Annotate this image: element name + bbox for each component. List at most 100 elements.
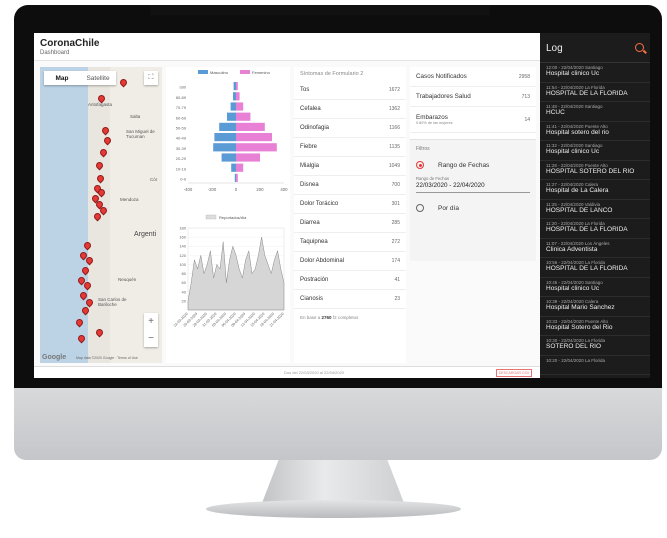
app-title: CoronaChile: [40, 38, 100, 49]
y-tick-label: 20: [182, 298, 187, 303]
case-pin[interactable]: [95, 173, 106, 184]
x-tick-label: 0: [235, 187, 238, 192]
log-item[interactable]: 11:07 - 22/04/2020 Los Ángeles Clinica Ad…: [540, 239, 650, 258]
symptom-count: 700: [391, 182, 400, 188]
symptoms-card: Síntomas de Formulario 2 Tos 1672 Cefalea 1…: [294, 67, 406, 363]
pyramid-bar: [236, 143, 277, 152]
map-tab-satellite[interactable]: Satellite: [80, 71, 116, 85]
zoom-out-button[interactable]: −: [144, 330, 158, 347]
log-item[interactable]: 12:00 - 22/04/2020 Santiago Hospital clin…: [540, 63, 650, 83]
log-place: Hospital clinico Uc: [546, 284, 600, 292]
symptom-count: 1672: [388, 87, 400, 93]
stat-label: Embarazos: [416, 114, 448, 121]
charts-card: Masculino Femenino ≥80 80-89 70-79 60-69 50-59…: [166, 67, 290, 363]
log-item[interactable]: 11:25 - 22/04/2020 Valdivia HOSPITAL DE L…: [540, 200, 650, 219]
symptom-count: 1362: [388, 106, 400, 112]
log-item[interactable]: 11:28 - 22/04/2020 Puente Alto HOSPITAL S…: [540, 161, 650, 180]
log-item[interactable]: 10:20 - 22/04/2020 La Florida: [540, 356, 650, 375]
y-tick-label: 0-9: [180, 176, 187, 181]
map-label: Neuquén: [118, 277, 137, 282]
log-item[interactable]: 11:41 - 22/04/2020 Puente Alto Hospital s…: [540, 122, 650, 141]
legend-swatch: [205, 214, 217, 220]
symptom-row: Dolor Torácico 301: [294, 195, 406, 214]
zoom-in-button[interactable]: +: [144, 313, 158, 330]
y-tick-label: 120: [179, 253, 186, 258]
log-item[interactable]: 11:27 - 22/04/2020 Calera Hospital de La …: [540, 180, 650, 200]
y-tick-label: ≥80: [179, 85, 186, 90]
case-pin[interactable]: [98, 147, 109, 158]
legend-label: Femenino: [252, 70, 271, 75]
y-tick-label: 20-29: [176, 156, 187, 161]
monitor-top-strip: [150, 5, 490, 15]
log-item[interactable]: 10:39 - 22/04/2020 Calera Hospital Mario …: [540, 297, 650, 317]
symptoms-header: Síntomas de Formulario 2: [300, 71, 364, 77]
pyramid-bar: [236, 153, 260, 162]
map-label: Cór: [150, 177, 158, 182]
monitor-chin: [14, 388, 662, 460]
radio-by-day[interactable]: Por día: [410, 199, 536, 217]
log-place: SOTERO DEL RIO: [546, 343, 602, 350]
symptom-count: 301: [391, 201, 400, 207]
log-place: HOSPITAL DE LA FLORIDA: [546, 226, 628, 233]
symptom-label: Tos: [300, 87, 310, 93]
date-range-input[interactable]: 22/03/2020 - 22/04/2020: [416, 181, 530, 193]
log-item[interactable]: 11:20 - 22/04/2020 La Florida HOSPITAL DE…: [540, 219, 650, 239]
log-header: Log: [540, 33, 650, 63]
pyramid-bar: [236, 92, 240, 101]
radio-label: Por día: [438, 204, 459, 212]
log-place: Hospital Mario Sanchez: [546, 304, 615, 311]
log-place: HOSPITAL DE LA FLORIDA: [546, 265, 628, 272]
y-tick-label: 10-19: [176, 166, 187, 171]
y-tick-label: 30-39: [176, 146, 187, 151]
case-pin[interactable]: [94, 160, 105, 171]
map-label: San Carlos de Bariloche: [98, 297, 127, 307]
fullscreen-icon[interactable]: ⛶: [144, 71, 158, 85]
y-tick-label: 80-89: [176, 95, 187, 100]
log-place: Hospital clinico Uc: [546, 70, 600, 77]
app-subtitle: Dashboard: [40, 50, 70, 56]
symptom-label: Odinofagia: [300, 125, 330, 131]
legend-label: Masculino: [210, 70, 229, 75]
case-pin[interactable]: [100, 125, 111, 136]
stat-value: 14: [524, 116, 530, 123]
y-tick-label: 70-79: [176, 105, 187, 110]
symptom-label: Taquipnea: [300, 239, 328, 245]
symptom-label: Dolor Torácico: [300, 201, 339, 207]
symptom-row: Cefalea 1362: [294, 100, 406, 119]
symptom-count: 41: [394, 277, 400, 283]
symptom-row: Diarrea 285: [294, 214, 406, 233]
y-tick-label: 160: [179, 235, 186, 240]
map-tab-map[interactable]: Map: [44, 71, 80, 85]
case-pin[interactable]: [94, 327, 105, 338]
legend-swatch: [240, 70, 250, 74]
symptom-label: Mialgia: [300, 163, 320, 169]
radio-label: Rango de Fechas: [438, 161, 490, 169]
log-item[interactable]: 11:32 - 22/04/2020 Santiago Hospital clin…: [540, 141, 650, 161]
map-type-tabs: Map Satellite: [44, 71, 116, 85]
pyramid-bar: [236, 163, 244, 172]
pyramid-bar: [231, 163, 236, 172]
radio-unselected-icon[interactable]: [416, 204, 424, 212]
map-attribution[interactable]: Map data ©2020 Google · Terms of Use: [76, 356, 138, 360]
map[interactable]: Map Satellite ⛶ Antofagasta Salta San Mi…: [40, 67, 162, 363]
stat-row: Trabajadores Salud 713: [410, 87, 536, 107]
app-bar: CoronaChile Dashboard: [34, 33, 540, 61]
radio-date-range[interactable]: Rango de Fechas: [410, 156, 536, 174]
pyramid-bar: [227, 112, 236, 121]
log-item[interactable]: 10:33 - 22/04/2020 Puente Alto Hospital S…: [540, 317, 650, 336]
symptom-count: 174: [391, 258, 400, 264]
log-item[interactable]: 11:54 - 22/04/2020 La Florida HOSPITAL DE…: [540, 83, 650, 102]
log-place: Hospital clinico Uc: [546, 148, 600, 155]
radio-selected-icon[interactable]: [416, 161, 424, 169]
log-item[interactable]: 10:45 - 22/04/2020 Santiago Hospital clin…: [540, 278, 650, 297]
y-tick-label: 60-69: [176, 115, 187, 120]
symptom-label: Disnea: [300, 182, 319, 188]
log-item[interactable]: 10:56 - 22/04/2020 La Florida HOSPITAL DE…: [540, 258, 650, 278]
symptom-row: Mialgia 1049: [294, 157, 406, 176]
date-range-label: Rango de Fechas: [416, 176, 450, 181]
log-item[interactable]: 10:30 - 22/04/2020 La Florida SOTERO DEL …: [540, 336, 650, 356]
pyramid-bar: [214, 133, 236, 142]
search-icon[interactable]: [635, 43, 644, 52]
download-csv-button[interactable]: DESCARGAR CSV: [496, 369, 532, 377]
log-item[interactable]: 11:48 - 22/04/2020 Santiago HCUC: [540, 102, 650, 122]
